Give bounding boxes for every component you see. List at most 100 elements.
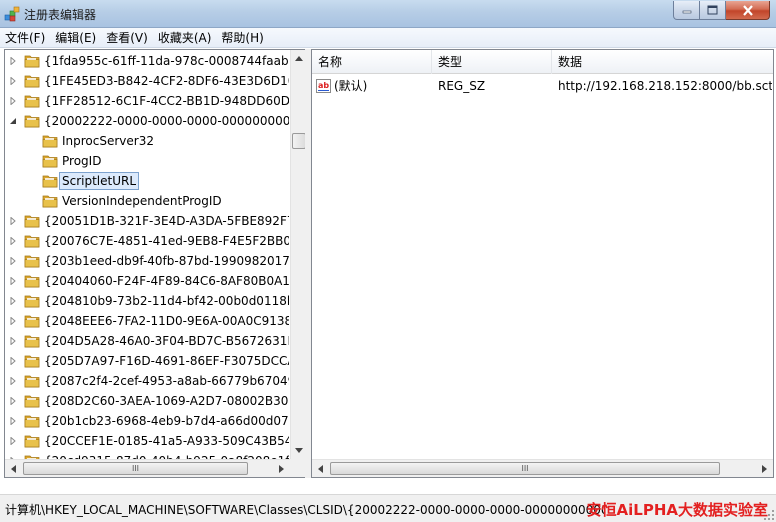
key-tree-pane[interactable]: {1fda955c-61ff-11da-978c-0008744faab7} {1… (4, 49, 307, 478)
value-name: (默认) (334, 79, 368, 93)
tree-item[interactable]: {20b1cb23-6968-4eb9-b7d4-a66d00d07ce (5, 411, 289, 431)
folder-icon (24, 315, 40, 328)
expand-arrow-icon[interactable] (9, 277, 17, 285)
minimize-button[interactable] (673, 1, 700, 20)
watermark: 安恒AiLPHA大数据实验室 (586, 501, 768, 519)
status-bar: 计算机\HKEY_LOCAL_MACHINE\SOFTWARE\Classes\… (0, 494, 776, 522)
tree-item[interactable]: {208D2C60-3AEA-1069-A2D7-08002B3030 (5, 391, 289, 411)
tree-item-label: {204810b9-73b2-11d4-bf42-00b0d0118b5 (44, 294, 289, 308)
expand-arrow-icon[interactable] (9, 257, 17, 265)
close-button[interactable] (726, 1, 770, 20)
tree-item[interactable]: {204D5A28-46A0-3F04-BD7C-B5672631E5 (5, 331, 289, 351)
tree-item-label: {2087c2f4-2cef-4953-a8ab-66779b670495} (44, 374, 289, 388)
expand-arrow-icon[interactable] (9, 417, 17, 425)
tree-hscroll-thumb[interactable]: III (23, 462, 248, 475)
list-hscroll-thumb[interactable]: III (330, 462, 720, 475)
tree-item[interactable]: {204810b9-73b2-11d4-bf42-00b0d0118b5 (5, 291, 289, 311)
folder-icon (42, 175, 58, 188)
window-title: 注册表编辑器 (24, 8, 97, 22)
expand-arrow-icon[interactable] (9, 237, 17, 245)
scroll-left-icon (317, 464, 323, 473)
tree-item[interactable]: {1fda955c-61ff-11da-978c-0008744faab7} (5, 51, 289, 71)
tree-item-label: VersionIndependentProgID (62, 194, 222, 208)
status-path: 计算机\HKEY_LOCAL_MACHINE\SOFTWARE\Classes\… (5, 503, 605, 517)
expand-arrow-icon[interactable] (9, 437, 17, 445)
expand-arrow-icon[interactable] (9, 397, 17, 405)
menu-edit[interactable]: 编辑(E) (50, 28, 101, 48)
expand-arrow-icon[interactable] (9, 357, 17, 365)
close-icon (742, 4, 753, 16)
expand-arrow-icon[interactable] (9, 377, 17, 385)
expand-arrow-icon[interactable] (9, 317, 17, 325)
maximize-icon (707, 5, 718, 15)
list-header: 名称 类型 数据 (312, 50, 773, 74)
tree-item-label: {1FF28512-6C1F-4CC2-BB1D-948DD60DB7 (44, 94, 289, 108)
menu-favorites[interactable]: 收藏夹(A) (153, 28, 217, 48)
folder-icon (42, 195, 58, 208)
value-data: http://192.168.218.152:8000/bb.sct (558, 79, 772, 93)
scroll-left-button[interactable] (5, 460, 21, 477)
tree-item[interactable]: {2087c2f4-2cef-4953-a8ab-66779b670495} (5, 371, 289, 391)
tree-item[interactable]: {20051D1B-321F-3E4D-A3DA-5FBE892F7E( (5, 211, 289, 231)
tree-horizontal-scrollbar[interactable]: III (5, 459, 290, 477)
tree-item-label: {20076C7E-4851-41ed-9EB8-F4E5F2BB028 (44, 234, 289, 248)
tree-item[interactable]: {203b1eed-db9f-40fb-87bd-1990982017d (5, 251, 289, 271)
menu-view[interactable]: 查看(V) (101, 28, 153, 48)
tree-item[interactable]: {1FE45ED3-B842-4CF2-8DF6-43E3D6D10E6 (5, 71, 289, 91)
string-value-icon: ab (316, 79, 331, 93)
resize-grip-icon[interactable] (763, 509, 775, 521)
tree-item[interactable]: VersionIndependentProgID (5, 191, 289, 211)
tree-item[interactable]: {20CCEF1E-0185-41a5-A933-509C43B54F9 (5, 431, 289, 451)
tree-item[interactable]: {20076C7E-4851-41ed-9EB8-F4E5F2BB028 (5, 231, 289, 251)
folder-icon (24, 55, 40, 68)
expand-arrow-icon[interactable] (9, 297, 17, 305)
scroll-right-icon (761, 464, 767, 473)
tree-item-label: {204D5A28-46A0-3F04-BD7C-B5672631E5 (44, 334, 289, 348)
list-horizontal-scrollbar[interactable]: III (312, 459, 773, 477)
column-header-name[interactable]: 名称 (312, 50, 432, 74)
maximize-button[interactable] (700, 1, 726, 20)
tree-item-label: InprocServer32 (62, 134, 154, 148)
tree-vscroll-thumb[interactable] (292, 133, 306, 149)
folder-icon (24, 275, 40, 288)
tree-item[interactable]: {2048EEE6-7FA2-11D0-9E6A-00A0C9138C2 (5, 311, 289, 331)
folder-icon (24, 435, 40, 448)
menu-help[interactable]: 帮助(H) (216, 28, 268, 48)
tree-item[interactable]: {1FF28512-6C1F-4CC2-BB1D-948DD60DB7 (5, 91, 289, 111)
list-row[interactable]: ab (默认) REG_SZ http://192.168.218.152:80… (312, 76, 773, 96)
column-header-type[interactable]: 类型 (432, 50, 552, 74)
expand-arrow-icon[interactable] (9, 77, 17, 85)
column-header-data[interactable]: 数据 (552, 50, 773, 74)
tree-item[interactable]: {20002222-0000-0000-0000-000000000002 (5, 111, 289, 131)
list-scroll-right-button[interactable] (756, 460, 772, 477)
expand-arrow-icon[interactable] (9, 217, 17, 225)
folder-icon (24, 295, 40, 308)
tree-item-label: ScriptletURL (59, 172, 140, 190)
folder-icon (24, 75, 40, 88)
tree-item-label: {208D2C60-3AEA-1069-A2D7-08002B3030 (44, 394, 289, 408)
tree-item[interactable]: {20404060-F24F-4F89-84C6-8AF80B0A17CI (5, 271, 289, 291)
tree-item-label: ProgID (62, 154, 102, 168)
scroll-right-button[interactable] (273, 460, 289, 477)
values-list-pane[interactable]: 名称 类型 数据 ab (默认) REG_SZ http://192.168.2… (311, 49, 774, 478)
tree-item[interactable]: InprocServer32 (5, 131, 289, 151)
scroll-right-icon (278, 464, 284, 473)
folder-icon (42, 155, 58, 168)
tree-item-label: {20CCEF1E-0185-41a5-A933-509C43B54F9 (44, 434, 289, 448)
expand-arrow-icon[interactable] (9, 97, 17, 105)
menu-bar: 文件(F) 编辑(E) 查看(V) 收藏夹(A) 帮助(H) (0, 28, 776, 48)
expand-arrow-icon[interactable] (9, 337, 17, 345)
menu-file[interactable]: 文件(F) (0, 28, 50, 48)
tree-item[interactable]: {205D7A97-F16D-4691-86EF-F3075DCCA5 (5, 351, 289, 371)
title-bar[interactable]: 注册表编辑器 (0, 0, 776, 28)
tree-item[interactable]: ProgID (5, 151, 289, 171)
scroll-up-icon (295, 56, 303, 61)
expand-arrow-icon[interactable] (9, 57, 17, 65)
tree-item[interactable]: ScriptletURL (5, 171, 289, 191)
window-controls (673, 1, 770, 20)
list-scroll-left-button[interactable] (312, 460, 328, 477)
folder-icon (24, 395, 40, 408)
scroll-grip: III (131, 464, 140, 473)
folder-icon (24, 355, 40, 368)
collapse-arrow-icon[interactable] (9, 117, 17, 125)
